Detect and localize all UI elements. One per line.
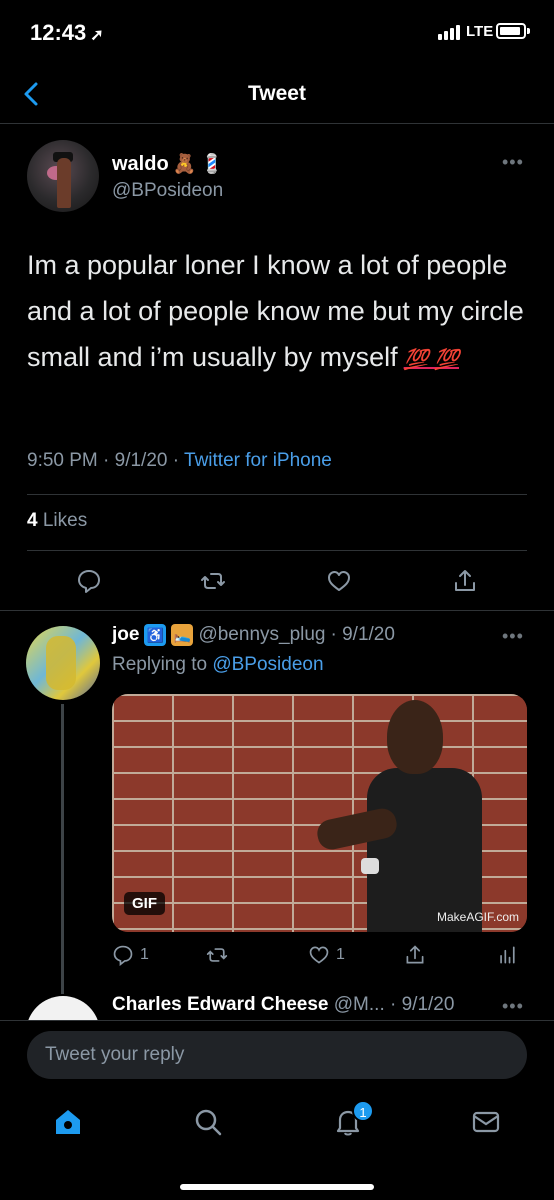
reply-share-button[interactable] <box>404 944 426 966</box>
reply-date: · 9/1/20 <box>330 624 395 645</box>
messages-icon[interactable] <box>470 1106 502 1138</box>
status-time: 12:43 ➚ <box>30 20 104 46</box>
author-name-text: waldo <box>112 152 169 175</box>
likes-number: 4 <box>27 510 38 531</box>
avatar[interactable] <box>26 996 100 1020</box>
tweet-actions <box>0 564 554 604</box>
search-icon[interactable] <box>192 1106 224 1138</box>
gif-watermark: MakeAGIF.com <box>436 910 519 924</box>
more-icon[interactable]: ••• <box>502 626 524 647</box>
reply-analytics-button[interactable] <box>496 944 518 966</box>
status-bar: 12:43 ➚ LTE <box>0 0 554 64</box>
reply-actions: 1 1 <box>112 942 527 972</box>
wheelchair-emoji: ♿ <box>144 624 167 646</box>
thread-line <box>61 704 64 994</box>
reply-header: joe ♿ 🛌 @bennys_plug · 9/1/20 <box>112 624 395 646</box>
reply-header: Charles Edward Cheese @M... · 9/1/20 <box>112 994 454 1016</box>
avatar[interactable] <box>26 626 100 700</box>
analytics-icon <box>500 946 515 964</box>
tweet-source-link[interactable]: Twitter for iPhone <box>184 450 332 471</box>
retweet-icon <box>206 948 228 962</box>
bed-emoji: 🛌 <box>171 624 194 646</box>
reply-date: · 9/1/20 <box>390 994 455 1015</box>
location-arrow-icon: ➚ <box>90 27 104 44</box>
reply-tweet[interactable]: Charles Edward Cheese @M... · 9/1/20 ••• <box>0 986 554 1020</box>
reply-icon[interactable] <box>76 568 102 594</box>
reply-author-handle[interactable]: @bennys_plug <box>198 624 325 646</box>
reply-reply-button[interactable]: 1 <box>112 944 149 966</box>
home-icon[interactable] <box>52 1106 84 1138</box>
compose-bar <box>0 1020 554 1088</box>
divider <box>27 550 527 551</box>
reply-icon <box>113 945 133 966</box>
tweet-text: Im a popular loner I know a lot of peopl… <box>27 242 527 383</box>
like-icon <box>309 946 329 964</box>
avatar[interactable] <box>27 140 99 212</box>
author-name[interactable]: waldo 🧸 💈 <box>112 152 224 176</box>
battery-tip <box>527 28 530 34</box>
tab-bar: 1 <box>0 1088 554 1200</box>
notification-badge: 1 <box>352 1100 374 1122</box>
divider <box>27 494 527 495</box>
network-type: LTE <box>466 23 494 40</box>
share-icon <box>406 945 424 964</box>
home-indicator <box>180 1184 374 1190</box>
tweet-meta: 9:50 PM · 9/1/20 · Twitter for iPhone <box>27 450 332 472</box>
replying-prefix: Replying to <box>112 654 213 675</box>
gif-badge: GIF <box>124 892 165 915</box>
reply-count: 1 <box>140 946 149 963</box>
replying-handle-link[interactable]: @BPosideon <box>212 654 323 675</box>
top-nav: Tweet <box>0 64 554 124</box>
gif-media[interactable]: GIF MakeAGIF.com <box>112 694 527 932</box>
person-figure <box>314 694 487 932</box>
separator <box>0 610 554 611</box>
reply-like-button[interactable]: 1 <box>308 944 345 966</box>
replying-to: Replying to @BPosideon <box>112 654 324 676</box>
reply-input[interactable] <box>27 1031 527 1079</box>
tweet-timestamp: 9:50 PM · 9/1/20 · <box>27 450 185 471</box>
teddy-bear-emoji: 🧸 <box>172 154 197 175</box>
barber-pole-emoji: 💈 <box>200 154 225 175</box>
reply-author-handle[interactable]: @M... <box>334 994 385 1015</box>
reply-author-name[interactable]: joe <box>112 624 139 646</box>
battery-icon <box>496 23 526 39</box>
reply-retweet-button[interactable] <box>206 944 228 966</box>
clock-text: 12:43 <box>30 20 87 45</box>
signal-icon <box>438 24 460 40</box>
like-icon[interactable] <box>326 568 352 594</box>
like-count: 1 <box>336 946 345 963</box>
share-icon[interactable] <box>452 568 478 594</box>
author-handle[interactable]: @BPosideon <box>112 180 223 202</box>
reply-author-name[interactable]: Charles Edward Cheese <box>112 994 328 1015</box>
likes-label: Likes <box>42 510 88 531</box>
more-icon[interactable]: ••• <box>502 152 524 173</box>
page-title: Tweet <box>248 82 306 105</box>
likes-count[interactable]: 4 Likes <box>27 510 87 532</box>
retweet-icon[interactable] <box>200 568 226 594</box>
more-icon[interactable]: ••• <box>502 996 524 1017</box>
hundred-emoji: 💯 💯 <box>403 349 459 371</box>
